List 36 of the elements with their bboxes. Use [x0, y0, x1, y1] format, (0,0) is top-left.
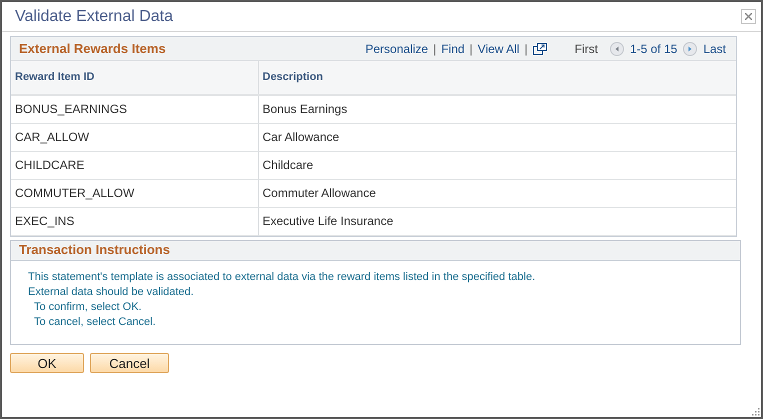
previous-icon[interactable] [610, 42, 624, 56]
table-cell: Commuter Allowance [258, 179, 736, 207]
table-cell: BONUS_EARNINGS [11, 95, 258, 123]
column-header: Reward Item ID [11, 61, 258, 95]
dialog-button[interactable]: Cancel [90, 352, 169, 372]
last-link[interactable]: Last [703, 40, 726, 58]
next-icon[interactable] [683, 42, 698, 56]
close-icon [745, 13, 752, 20]
table-cell: Executive Life Insurance [258, 207, 736, 235]
grid-link[interactable]: Find [441, 40, 465, 58]
close-button[interactable] [741, 9, 756, 24]
panel-title: Transaction Instructions [19, 241, 170, 260]
table-cell: Bonus Earnings [258, 95, 736, 123]
page-range: 1-5 of 15 [630, 40, 678, 58]
resize-grip-icon [752, 408, 760, 416]
window-title: Validate External Data [15, 6, 174, 26]
instruction-text: To cancel, select Cancel. [34, 314, 156, 330]
table-cell: CAR_ALLOW [11, 123, 258, 151]
instruction-text: To confirm, select OK. [34, 300, 142, 314]
table-cell: CHILDCARE [11, 151, 258, 179]
column-header: Description [258, 61, 736, 95]
instruction-text: This statement's template is associated to external data via the reward items listed in the specified table. [28, 270, 536, 284]
grid-link[interactable]: Personalize [365, 40, 428, 58]
table-cell: Car Allowance [258, 123, 736, 151]
first-link[interactable]: First [574, 40, 598, 58]
grid-title: External Rewards Items [19, 40, 167, 58]
table-cell: COMMUTER_ALLOW [11, 179, 258, 207]
separator: | [433, 40, 436, 58]
grid-link[interactable]: View All [478, 40, 520, 58]
table-cell: EXEC_INS [11, 207, 258, 235]
separator: | [524, 40, 528, 58]
dialog-button[interactable]: OK [10, 352, 84, 372]
instruction-text: External data should be validated. [28, 284, 194, 300]
separator: | [470, 40, 473, 58]
new-window-icon[interactable] [532, 42, 547, 54]
table-cell: Childcare [258, 151, 736, 179]
